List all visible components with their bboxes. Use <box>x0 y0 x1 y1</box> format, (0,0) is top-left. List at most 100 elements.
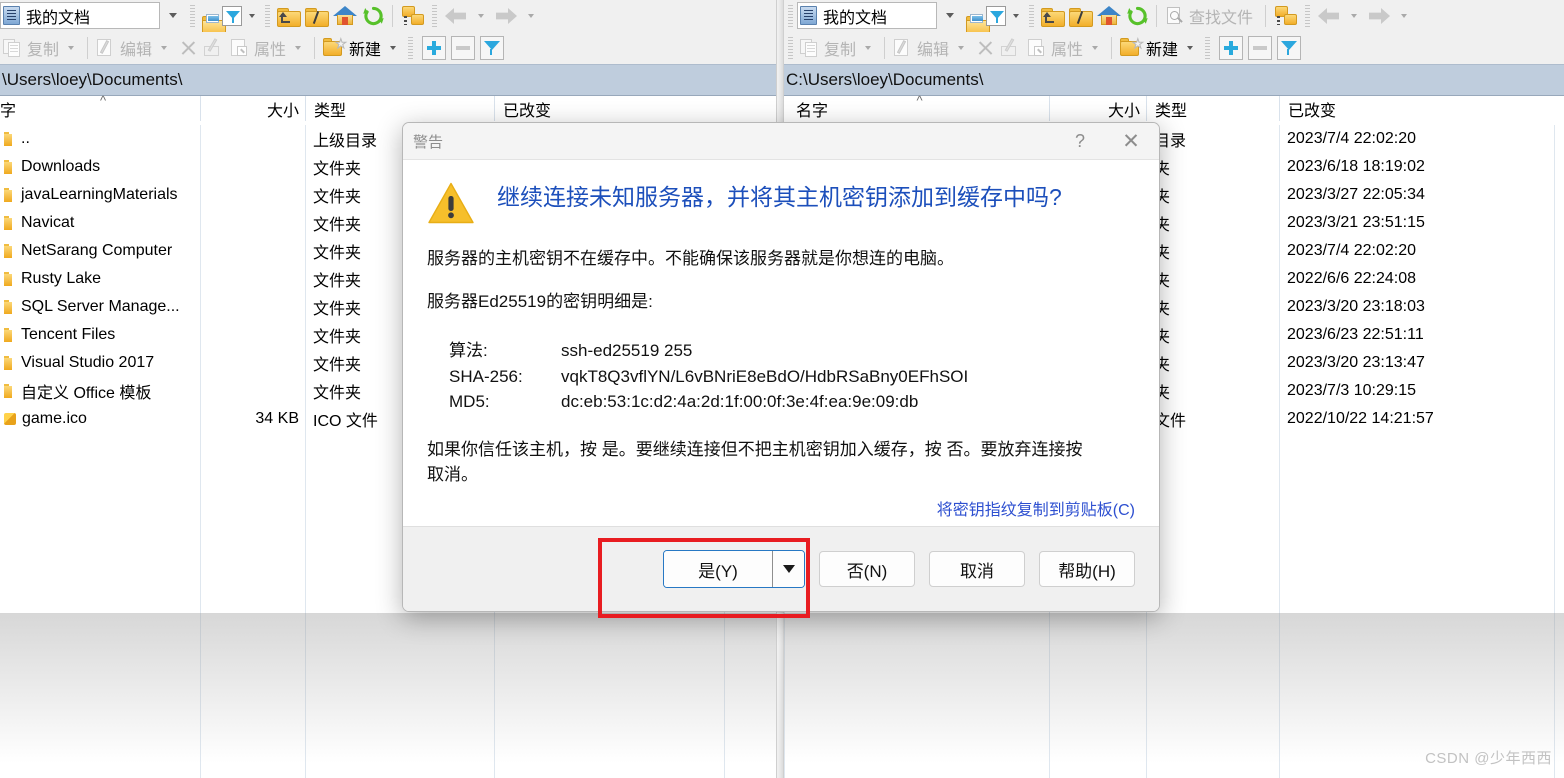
toolbar-grip[interactable] <box>264 4 271 27</box>
left-column-modified[interactable]: 已改变 <box>503 103 551 120</box>
right-copy-dropdown[interactable] <box>863 33 879 63</box>
left-column-size[interactable]: 大小 <box>267 103 299 120</box>
left-delete-button[interactable] <box>175 33 201 63</box>
file-modified-cell: 2022/6/6 22:24:08 <box>1287 270 1417 287</box>
left-refresh-button[interactable] <box>360 1 387 31</box>
left-add-button[interactable] <box>422 35 447 60</box>
left-copy-button[interactable]: 复制 <box>0 33 66 63</box>
help-button[interactable]: ? <box>1057 123 1103 160</box>
right-new-dropdown[interactable] <box>1185 33 1201 63</box>
right-forward-dropdown[interactable] <box>1394 1 1414 31</box>
right-copy-button[interactable]: 复制 <box>797 33 863 63</box>
right-folder-combobox[interactable]: 我的文档 <box>797 2 937 29</box>
toolbar-grip[interactable] <box>1304 4 1312 27</box>
file-type-cell: 夹 <box>1154 245 1171 262</box>
toolbar-grip[interactable] <box>189 4 196 27</box>
help-text-button[interactable]: 帮助(H) <box>1039 551 1135 587</box>
right-column-name[interactable]: 名字 <box>796 103 828 120</box>
yes-dropdown-arrow[interactable] <box>772 551 804 587</box>
key-detail-label: 算法: <box>449 341 488 361</box>
right-back-dropdown[interactable] <box>1344 1 1364 31</box>
right-delete-button[interactable] <box>972 33 998 63</box>
right-forward-button[interactable] <box>1364 1 1394 31</box>
yes-split-button[interactable]: 是(Y) <box>663 550 805 588</box>
left-column-type[interactable]: 类型 <box>314 103 346 120</box>
plus-icon <box>1224 40 1239 55</box>
right-properties-label: 属性 <box>1051 41 1084 59</box>
left-root-folder-button[interactable] <box>302 1 330 31</box>
yes-button[interactable]: 是(Y) <box>664 551 772 587</box>
left-edit-button[interactable]: 编辑 <box>93 33 159 63</box>
toolbar-grip[interactable] <box>407 36 415 59</box>
funnel-icon <box>1280 39 1298 57</box>
right-root-folder-button[interactable] <box>1066 1 1094 31</box>
right-edit-dropdown[interactable] <box>956 33 972 63</box>
toolbar-grip[interactable] <box>1204 36 1212 59</box>
left-folder-combobox-arrow[interactable] <box>160 2 186 29</box>
toolbar-grip[interactable] <box>787 36 794 59</box>
right-rename-button[interactable] <box>998 33 1024 63</box>
file-name-cell: .. <box>0 130 200 148</box>
folder-copy-icon <box>1274 5 1298 26</box>
right-refresh-button[interactable] <box>1124 1 1151 31</box>
left-copy-path-button[interactable] <box>398 1 428 31</box>
right-new-button[interactable]: ★ 新建 <box>1117 33 1185 63</box>
toolbar-separator <box>87 36 89 59</box>
no-button[interactable]: 否(N) <box>819 551 915 587</box>
left-parent-folder-button[interactable] <box>274 1 302 31</box>
right-home-folder-button[interactable] <box>1094 1 1124 31</box>
file-name-cell: SQL Server Manage... <box>0 298 200 316</box>
left-column-name[interactable]: 字 <box>0 103 16 120</box>
cancel-button[interactable]: 取消 <box>929 551 1025 587</box>
right-column-size[interactable]: 大小 <box>1108 103 1140 120</box>
left-back-button[interactable] <box>441 1 471 31</box>
left-properties-dropdown[interactable] <box>293 33 309 63</box>
toolbar-grip[interactable] <box>787 4 794 27</box>
right-select-filter-button[interactable] <box>1277 35 1302 60</box>
folder-icon <box>4 384 16 398</box>
right-remove-button[interactable] <box>1248 35 1273 60</box>
right-filter-dropdown[interactable] <box>1009 1 1025 31</box>
folder-up-icon <box>277 7 301 27</box>
left-filter-dropdown[interactable] <box>245 1 261 31</box>
close-button[interactable]: ✕ <box>1103 123 1159 160</box>
right-copy-path-button[interactable] <box>1271 1 1301 31</box>
right-column-modified[interactable]: 已改变 <box>1288 103 1336 120</box>
right-edit-button[interactable]: 编辑 <box>890 33 956 63</box>
left-remove-button[interactable] <box>451 35 476 60</box>
left-new-dropdown[interactable] <box>388 33 404 63</box>
right-properties-dropdown[interactable] <box>1090 33 1106 63</box>
left-edit-dropdown[interactable] <box>159 33 175 63</box>
toolbar-grip[interactable] <box>1028 4 1035 27</box>
chevron-down-icon <box>958 45 965 50</box>
right-folder-combobox-arrow[interactable] <box>937 2 963 29</box>
left-copy-dropdown[interactable] <box>66 33 82 63</box>
left-rename-button[interactable] <box>201 33 227 63</box>
left-back-dropdown[interactable] <box>471 1 491 31</box>
left-properties-label: 属性 <box>254 41 287 59</box>
left-new-button[interactable]: ★ 新建 <box>320 33 388 63</box>
key-detail-label: MD5: <box>449 392 490 412</box>
copy-fingerprint-link[interactable]: 将密钥指纹复制到剪贴板(C) <box>937 496 1135 520</box>
left-properties-button[interactable]: 属性 <box>227 33 293 63</box>
left-folder-combobox[interactable]: 我的文档 <box>0 2 160 29</box>
file-modified-cell: 2023/7/3 10:29:15 <box>1287 382 1417 399</box>
right-add-button[interactable] <box>1219 35 1244 60</box>
left-forward-button[interactable] <box>491 1 521 31</box>
left-forward-dropdown[interactable] <box>521 1 541 31</box>
right-back-button[interactable] <box>1314 1 1344 31</box>
right-column-type[interactable]: 类型 <box>1155 103 1187 120</box>
left-home-folder-button[interactable] <box>330 1 360 31</box>
right-find-files-button[interactable]: 查找文件 <box>1162 1 1260 31</box>
toolbar-grip[interactable] <box>431 4 438 27</box>
close-x-icon <box>975 38 995 58</box>
left-path-bar[interactable]: \Users\loey\Documents\ <box>0 64 780 96</box>
left-select-filter-button[interactable] <box>480 35 505 60</box>
right-copy-label: 复制 <box>824 41 857 59</box>
right-parent-folder-button[interactable] <box>1038 1 1066 31</box>
file-modified-cell: 2022/10/22 14:21:57 <box>1287 410 1434 427</box>
right-path-bar[interactable]: C:\Users\loey\Documents\ <box>784 64 1564 96</box>
file-modified-cell: 2023/3/20 23:13:47 <box>1287 354 1425 371</box>
file-name: .. <box>21 130 30 147</box>
right-properties-button[interactable]: 属性 <box>1024 33 1090 63</box>
